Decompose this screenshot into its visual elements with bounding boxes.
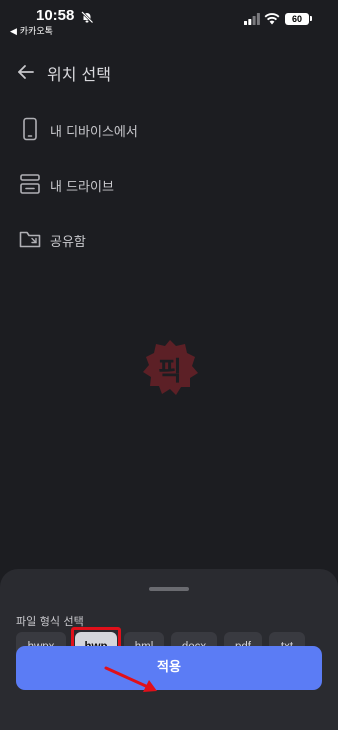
page-title: 위치 선택: [47, 65, 111, 84]
location-label-device: 내 디바이스에서: [50, 125, 138, 140]
status-bar: 10:58 ◀ 카카오톡 60: [0, 0, 338, 40]
wifi-icon: [264, 13, 280, 25]
shared-folder-icon: [19, 231, 41, 248]
back-arrow-icon[interactable]: [16, 62, 36, 82]
file-format-sheet: 파일 형식 선택 hwpx hwp hml docx pdf txt 적용: [0, 569, 338, 730]
back-to-app-link[interactable]: ◀ 카카오톡: [10, 24, 53, 37]
location-label-shared: 공유함: [50, 235, 86, 250]
watermark-logo: 픽: [140, 338, 200, 398]
battery-indicator: 60: [285, 13, 309, 25]
location-label-drive: 내 드라이브: [50, 180, 114, 195]
status-time: 10:58: [36, 7, 75, 24]
location-item-shared[interactable]: 공유함: [0, 219, 338, 259]
apply-button[interactable]: 적용: [16, 646, 322, 690]
annotation-arrow-icon: [104, 666, 157, 692]
watermark-text: 픽: [158, 357, 182, 387]
location-item-drive[interactable]: 내 드라이브: [0, 164, 338, 204]
battery-tip: [310, 16, 312, 21]
location-item-device[interactable]: 내 디바이스에서: [0, 109, 338, 149]
phone-icon: [23, 117, 37, 141]
signal-icon: [244, 13, 260, 25]
drive-icon: [20, 174, 40, 194]
sheet-drag-handle[interactable]: [149, 587, 189, 591]
bell-off-icon: [81, 11, 94, 24]
app-header: 위치 선택: [0, 52, 338, 92]
